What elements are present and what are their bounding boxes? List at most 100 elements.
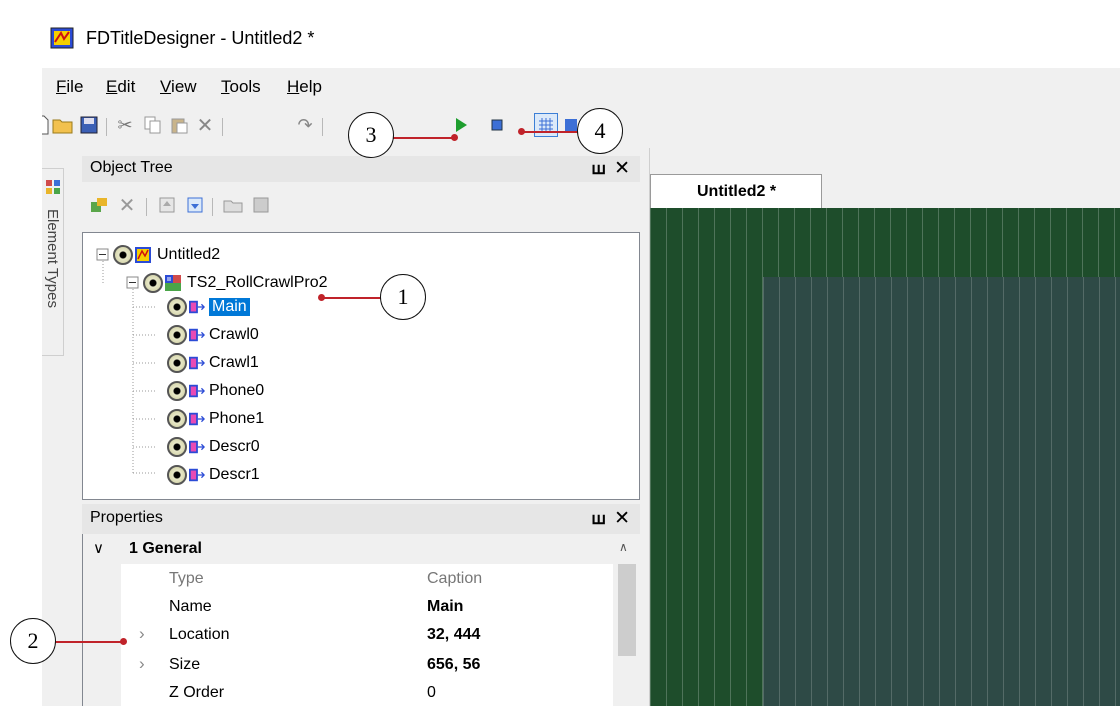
menu-bar: File Edit View Tools Help: [42, 68, 1120, 104]
property-row-type[interactable]: Type Caption: [83, 564, 641, 594]
document-area: Untitled2 *: [650, 154, 1120, 706]
callout-3: 3: [348, 112, 394, 158]
close-icon[interactable]: ✕: [614, 157, 630, 180]
redo-icon[interactable]: ↷: [294, 114, 316, 136]
object-tree-header: Object Tree ꟺ ✕: [82, 156, 640, 182]
property-category[interactable]: ∨ 1 General ∧: [83, 534, 641, 564]
expand-chevron-icon[interactable]: ›: [139, 624, 145, 644]
menu-file[interactable]: File: [56, 77, 83, 97]
tree-node-label: Crawl1: [209, 354, 259, 371]
property-name: Location: [169, 626, 230, 643]
toolbar-separator: [106, 118, 107, 136]
caption-element-icon: [189, 468, 205, 482]
properties-header: Properties ꟺ ✕: [82, 504, 640, 534]
tree-node-element[interactable]: Phone1: [167, 405, 264, 433]
callout-1: 1: [380, 274, 426, 320]
pin-icon[interactable]: ꟺ: [591, 159, 606, 179]
tree-node-label: Phone0: [209, 382, 265, 399]
visibility-eye-icon[interactable]: [143, 273, 163, 293]
close-icon[interactable]: ✕: [614, 507, 630, 530]
pin-icon[interactable]: ꟺ: [591, 509, 606, 529]
move-up-icon[interactable]: [156, 194, 178, 216]
title-bar: FDTitleDesigner - Untitled2 *: [42, 14, 1120, 68]
property-value[interactable]: 656, 56: [427, 656, 480, 674]
element-types-icon: [46, 180, 60, 194]
document-tab[interactable]: Untitled2 *: [650, 174, 822, 208]
caption-element-icon: [189, 412, 205, 426]
design-canvas[interactable]: [650, 208, 1120, 706]
visibility-eye-icon[interactable]: [167, 437, 187, 457]
delete-icon[interactable]: ✕: [194, 114, 216, 137]
visibility-eye-icon[interactable]: [167, 409, 187, 429]
object-tree-toolbar: ✕: [82, 182, 640, 232]
add-element-icon[interactable]: [88, 194, 110, 216]
tree-node-element[interactable]: Main: [167, 293, 250, 321]
tree-node-label: Phone1: [209, 410, 265, 427]
grid-toggle-icon[interactable]: [534, 113, 558, 137]
visibility-eye-icon[interactable]: [167, 465, 187, 485]
callout-dot: [451, 134, 458, 141]
callout-leader: [521, 131, 581, 133]
save-template-icon[interactable]: [250, 194, 272, 216]
tree-node-root[interactable]: Untitled2: [113, 241, 220, 269]
property-name: Size: [169, 656, 201, 673]
callout-dot: [318, 294, 325, 301]
tree-node-element[interactable]: Phone0: [167, 377, 264, 405]
expand-chevron-icon[interactable]: ›: [139, 654, 145, 674]
callout-leader: [322, 297, 384, 299]
menu-edit[interactable]: Edit: [106, 77, 135, 97]
tree-node-label: TS2_RollCrawlPro2: [187, 274, 328, 291]
element-types-strip[interactable]: Element Types: [42, 168, 64, 356]
property-row-zorder[interactable]: Z Order 0: [83, 678, 641, 706]
collapse-chevron-icon[interactable]: ∨: [93, 539, 104, 557]
remove-element-icon[interactable]: ✕: [116, 194, 138, 217]
callout-dot: [120, 638, 127, 645]
visibility-eye-icon[interactable]: [167, 297, 187, 317]
caption-element-icon: [189, 440, 205, 454]
tree-node-element[interactable]: Descr0: [167, 433, 260, 461]
splitter[interactable]: [642, 148, 650, 706]
visibility-eye-icon[interactable]: [167, 381, 187, 401]
callout-leader: [54, 641, 124, 643]
property-row-size[interactable]: › Size 656, 56: [83, 650, 641, 680]
element-types-label: Element Types: [44, 209, 61, 308]
canvas-safe-area: [763, 277, 1120, 706]
copy-icon[interactable]: [142, 114, 164, 136]
menu-tools[interactable]: Tools: [221, 77, 261, 97]
move-down-icon[interactable]: [184, 194, 206, 216]
cut-icon[interactable]: ✂: [114, 114, 136, 136]
menu-help[interactable]: Help: [287, 77, 322, 97]
paste-icon[interactable]: [168, 114, 190, 136]
property-name: Type: [169, 570, 204, 587]
stop-icon[interactable]: [486, 114, 508, 136]
template-icon: [165, 275, 181, 291]
tree-node-element[interactable]: Crawl1: [167, 349, 259, 377]
object-tree: Untitled2 TS2_RollCrawlPro2 Main Crawl0 …: [82, 232, 640, 500]
property-name: Name: [169, 598, 212, 615]
tree-node-label: Descr0: [209, 438, 260, 455]
scroll-up-icon[interactable]: ∧: [619, 540, 628, 554]
load-template-icon[interactable]: [222, 194, 244, 216]
property-row-name[interactable]: Name Main: [83, 592, 641, 622]
new-file-icon[interactable]: [42, 114, 52, 136]
tree-node-element[interactable]: Crawl0: [167, 321, 259, 349]
property-name: Z Order: [169, 684, 225, 701]
visibility-eye-icon[interactable]: [167, 353, 187, 373]
caption-element-icon: [189, 384, 205, 398]
property-value[interactable]: 32, 444: [427, 626, 480, 644]
toolbar-separator: [146, 198, 147, 216]
properties-title: Properties: [90, 509, 163, 526]
menu-view[interactable]: View: [160, 77, 197, 97]
property-value[interactable]: Main: [427, 598, 463, 616]
callout-leader: [392, 137, 454, 139]
save-icon[interactable]: [78, 114, 100, 136]
open-folder-icon[interactable]: [52, 114, 74, 136]
property-row-location[interactable]: › Location 32, 444: [83, 620, 641, 650]
visibility-eye-icon[interactable]: [167, 325, 187, 345]
visibility-eye-icon[interactable]: [113, 245, 133, 265]
caption-element-icon: [189, 356, 205, 370]
tree-node-element[interactable]: Descr1: [167, 461, 260, 489]
title-project-icon: [135, 247, 151, 263]
property-value[interactable]: 0: [427, 684, 436, 702]
play-icon[interactable]: [450, 114, 472, 136]
